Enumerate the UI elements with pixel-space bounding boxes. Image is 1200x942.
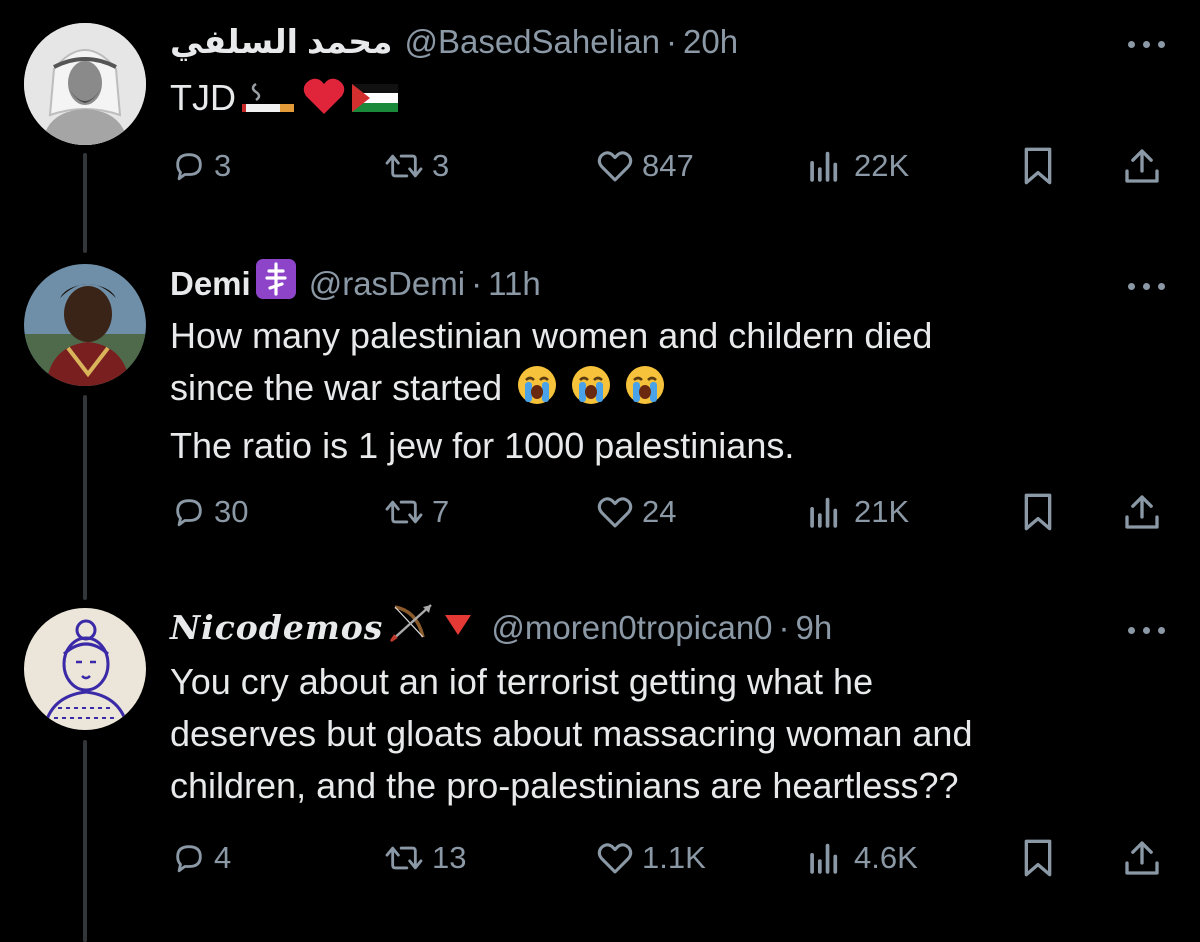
heart-icon bbox=[597, 151, 633, 182]
views-count: 22K bbox=[854, 148, 910, 183]
reply-button[interactable]: 3 bbox=[172, 144, 231, 188]
views-icon bbox=[810, 151, 838, 182]
heart-icon bbox=[597, 497, 633, 528]
loudly-crying-face-emoji bbox=[624, 364, 666, 420]
red-heart-emoji bbox=[302, 76, 346, 130]
repost-count: 7 bbox=[432, 494, 450, 529]
loudly-crying-face-emoji bbox=[570, 364, 612, 420]
cigarette-emoji bbox=[242, 78, 296, 130]
orthodox-cross-emoji bbox=[255, 258, 297, 311]
separator-dot: · bbox=[778, 609, 790, 646]
tweet-text-line: children, and the pro-palestinians are h… bbox=[170, 765, 959, 806]
like-button[interactable]: 1.1K bbox=[596, 836, 706, 880]
repost-count: 3 bbox=[432, 148, 450, 183]
tweet-text-content: since the war started bbox=[170, 367, 503, 408]
display-name[interactable]: محمد السلفي bbox=[170, 20, 392, 64]
tweet-header: محمد السلفي @BasedSahelian · 20h bbox=[170, 20, 738, 64]
views-button[interactable]: 22K bbox=[806, 144, 909, 188]
bookmark-icon[interactable] bbox=[1020, 836, 1056, 880]
repost-button[interactable]: 7 bbox=[384, 490, 449, 534]
red-triangle-emoji bbox=[443, 606, 473, 650]
handle[interactable]: @moren0tropican0 bbox=[491, 606, 772, 650]
like-count: 24 bbox=[642, 494, 677, 529]
tweet-text-line: The ratio is 1 jew for 1000 palestinians… bbox=[170, 425, 795, 466]
repost-button[interactable]: 13 bbox=[384, 836, 466, 880]
display-name[interactable]: Demi bbox=[170, 262, 251, 306]
repost-icon bbox=[385, 500, 423, 524]
tweet-text-line: deserves but gloats about massacring wom… bbox=[170, 713, 973, 754]
like-button[interactable]: 24 bbox=[596, 490, 676, 534]
bow-and-arrow-emoji bbox=[387, 601, 435, 656]
avatar[interactable] bbox=[24, 608, 146, 730]
avatar-image bbox=[24, 23, 146, 145]
palestine-flag-emoji bbox=[352, 78, 398, 130]
tweet-text-line: How many palestinian women and childern … bbox=[170, 315, 933, 356]
tweet-text: You cry about an iof terrorist getting w… bbox=[170, 656, 1160, 812]
tweet[interactable]: محمد السلفي @BasedSahelian · 20h TJD 3 3… bbox=[0, 0, 1200, 260]
tweet-text-content: TJD bbox=[170, 77, 236, 118]
handle[interactable]: @BasedSahelian bbox=[404, 20, 660, 64]
share-icon[interactable] bbox=[1122, 490, 1162, 534]
tweet-actions: 30 7 24 21K bbox=[0, 490, 1200, 534]
tweet-header: Nicodemos @moren0tropican0 · 9h bbox=[170, 603, 833, 650]
avatar-image bbox=[24, 264, 146, 386]
repost-icon bbox=[385, 846, 423, 870]
reply-count: 3 bbox=[214, 148, 232, 183]
separator-dot: · bbox=[471, 265, 483, 302]
avatar[interactable] bbox=[24, 23, 146, 145]
timestamp[interactable]: 11h bbox=[488, 262, 541, 306]
avatar[interactable] bbox=[24, 264, 146, 386]
tweet-text-line: You cry about an iof terrorist getting w… bbox=[170, 661, 874, 702]
reply-icon bbox=[176, 153, 202, 181]
timestamp[interactable]: 20h bbox=[683, 20, 738, 64]
bookmark-icon[interactable] bbox=[1020, 490, 1056, 534]
tweet-actions: 4 13 1.1K 4.6K bbox=[0, 836, 1200, 880]
like-count: 1.1K bbox=[642, 840, 706, 875]
repost-count: 13 bbox=[432, 840, 467, 875]
views-button[interactable]: 4.6K bbox=[806, 836, 918, 880]
repost-icon bbox=[385, 154, 423, 178]
tweet-actions: 3 3 847 22K bbox=[0, 144, 1200, 188]
like-count: 847 bbox=[642, 148, 694, 183]
share-icon[interactable] bbox=[1122, 836, 1162, 880]
loudly-crying-face-emoji bbox=[516, 364, 558, 420]
repost-button[interactable]: 3 bbox=[384, 144, 449, 188]
views-count: 21K bbox=[854, 494, 910, 529]
heart-icon bbox=[597, 843, 633, 874]
tweet-text: How many palestinian women and childern … bbox=[170, 310, 1160, 472]
tweet-text-line: TJD bbox=[170, 72, 1160, 130]
avatar-image bbox=[24, 608, 146, 730]
display-name[interactable]: Nicodemos bbox=[170, 606, 383, 650]
reply-count: 30 bbox=[214, 494, 249, 529]
timestamp[interactable]: 9h bbox=[796, 606, 833, 650]
more-options-icon[interactable] bbox=[1128, 624, 1168, 636]
views-icon bbox=[810, 497, 838, 528]
bookmark-icon[interactable] bbox=[1020, 144, 1056, 188]
reply-icon bbox=[176, 845, 202, 873]
tweet-header: Demi @rasDemi · 11h bbox=[170, 258, 541, 306]
more-options-icon[interactable] bbox=[1128, 38, 1168, 50]
reply-button[interactable]: 4 bbox=[172, 836, 231, 880]
reply-icon bbox=[176, 499, 202, 527]
tweet-text: TJD bbox=[170, 72, 1160, 130]
reply-button[interactable]: 30 bbox=[172, 490, 248, 534]
views-count: 4.6K bbox=[854, 840, 918, 875]
more-options-icon[interactable] bbox=[1128, 280, 1168, 292]
separator-dot: · bbox=[665, 23, 677, 60]
share-icon[interactable] bbox=[1122, 144, 1162, 188]
like-button[interactable]: 847 bbox=[596, 144, 694, 188]
views-icon bbox=[810, 843, 838, 874]
reply-count: 4 bbox=[214, 840, 232, 875]
tweet-text-line: since the war started bbox=[170, 362, 1160, 420]
views-button[interactable]: 21K bbox=[806, 490, 909, 534]
handle[interactable]: @rasDemi bbox=[309, 262, 465, 306]
